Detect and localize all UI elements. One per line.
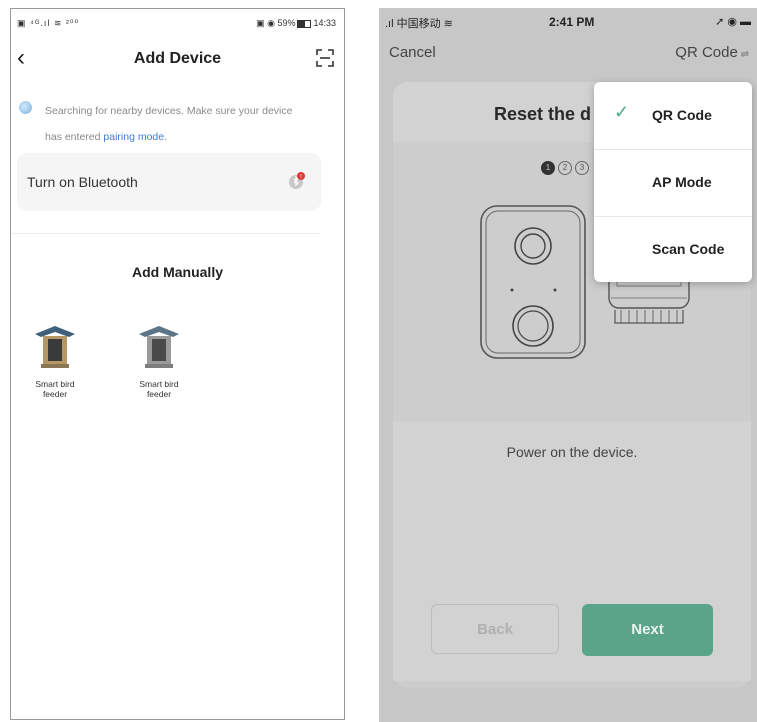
status-icons: ▣ ◉ 59%	[256, 18, 296, 28]
mode-dropdown-menu: ✓ QR Code AP Mode Scan Code	[594, 82, 752, 282]
bluetooth-card[interactable]: Turn on Bluetooth !	[17, 153, 321, 211]
section-divider	[11, 233, 320, 234]
device-label-line-1: Smart bird	[35, 379, 75, 389]
step-indicator: 123	[541, 159, 592, 177]
status-left: ▣ ⁴ᴳ.ıl ≋ ²⁰⁰	[17, 18, 80, 28]
bird-feeder-image	[35, 326, 75, 368]
status-right-icons: ➚ ◉ ▬	[715, 16, 751, 28]
reset-title: Reset the d	[494, 104, 592, 124]
menu-item-ap-mode[interactable]: AP Mode	[594, 149, 752, 215]
qr-code-dropdown-label: QR Code	[675, 44, 738, 61]
searching-message: Searching for nearby devices. Make sure …	[45, 98, 335, 150]
menu-item-label: AP Mode	[652, 174, 712, 190]
status-time: 14:33	[313, 18, 336, 28]
status-time: 2:41 PM	[549, 15, 595, 29]
battery-icon	[297, 19, 312, 28]
bluetooth-icon[interactable]: !	[287, 171, 307, 191]
searching-line-1: Searching for nearby devices. Make sure …	[45, 105, 293, 117]
instruction-text: Power on the device.	[506, 444, 638, 460]
searching-line-2-end: .	[164, 131, 168, 143]
status-right: ▣ ◉ 59% 14:33	[256, 18, 336, 29]
next-button[interactable]: Next	[582, 604, 713, 656]
status-carrier: .ıl 中国移动 ≋	[385, 18, 453, 30]
add-manually-title: Add Manually	[131, 264, 223, 280]
device-label: Smart bird feeder	[15, 379, 95, 399]
swap-icon: ⇌	[737, 49, 749, 60]
searching-indicator-icon	[19, 101, 32, 114]
step-dot: 2	[558, 160, 572, 175]
device-label: Smart bird feeder	[119, 379, 199, 399]
menu-item-scan-code[interactable]: Scan Code	[594, 216, 752, 282]
device-label-line-2: feeder	[146, 389, 172, 399]
cancel-button[interactable]: Cancel	[389, 44, 436, 61]
device-tile[interactable]: Smart bird feeder	[15, 324, 95, 399]
bird-feeder-image	[139, 326, 179, 368]
checkmark-icon: ✓	[614, 102, 630, 122]
bluetooth-label: Turn on Bluetooth	[27, 174, 138, 190]
searching-line-2: has entered pairing mode.	[45, 124, 335, 150]
status-bar: .ıl 中国移动 ≋ 2:41 PM ➚ ◉ ▬	[379, 8, 757, 36]
menu-item-label: QR Code	[652, 107, 712, 123]
menu-item-qr-code[interactable]: ✓ QR Code	[594, 82, 752, 148]
step-dot: 1	[541, 160, 555, 175]
pairing-mode-link[interactable]: pairing mode	[103, 131, 164, 143]
left-phone-screen: ▣ ⁴ᴳ.ıl ≋ ²⁰⁰ ▣ ◉ 59% 14:33 ‹ Add Device …	[10, 8, 345, 720]
device-label-line-2: feeder	[42, 389, 68, 399]
status-bar: ▣ ⁴ᴳ.ıl ≋ ²⁰⁰ ▣ ◉ 59% 14:33	[11, 9, 344, 39]
device-label-line-1: Smart bird	[139, 379, 179, 389]
step-dot: 3	[575, 160, 589, 175]
scan-icon[interactable]	[316, 49, 334, 67]
page-title: Add Device	[133, 50, 222, 67]
searching-line-2-text: has entered	[45, 131, 104, 143]
back-button[interactable]: Back	[431, 604, 559, 654]
device-tile[interactable]: Smart bird feeder	[119, 324, 199, 399]
qr-code-dropdown-button[interactable]: QR Code ⇌	[675, 44, 749, 61]
menu-item-label: Scan Code	[652, 241, 725, 257]
